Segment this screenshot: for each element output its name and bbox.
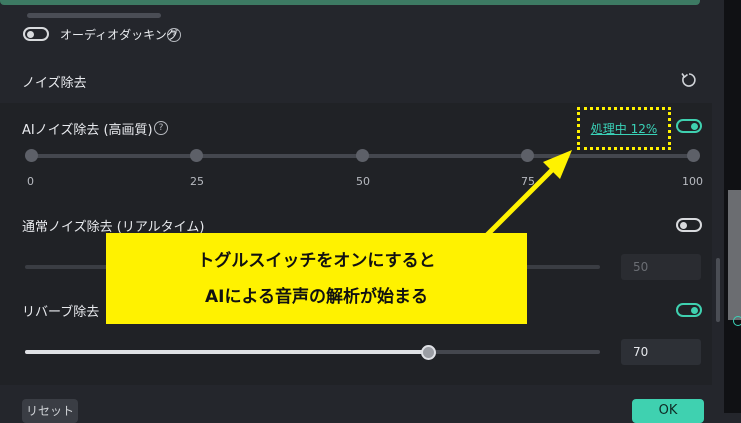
annotation-line-2: AIによる音声の解析が始まる <box>205 286 428 307</box>
ok-button[interactable]: OK <box>632 399 704 423</box>
annotation-arrow <box>485 150 572 237</box>
annotation-callout: トグルスイッチをオンにすると AIによる音声の解析が始まる <box>106 233 527 324</box>
annotation-line-1: トグルスイッチをオンにすると <box>197 250 436 271</box>
reset-button[interactable]: リセット <box>22 399 78 423</box>
